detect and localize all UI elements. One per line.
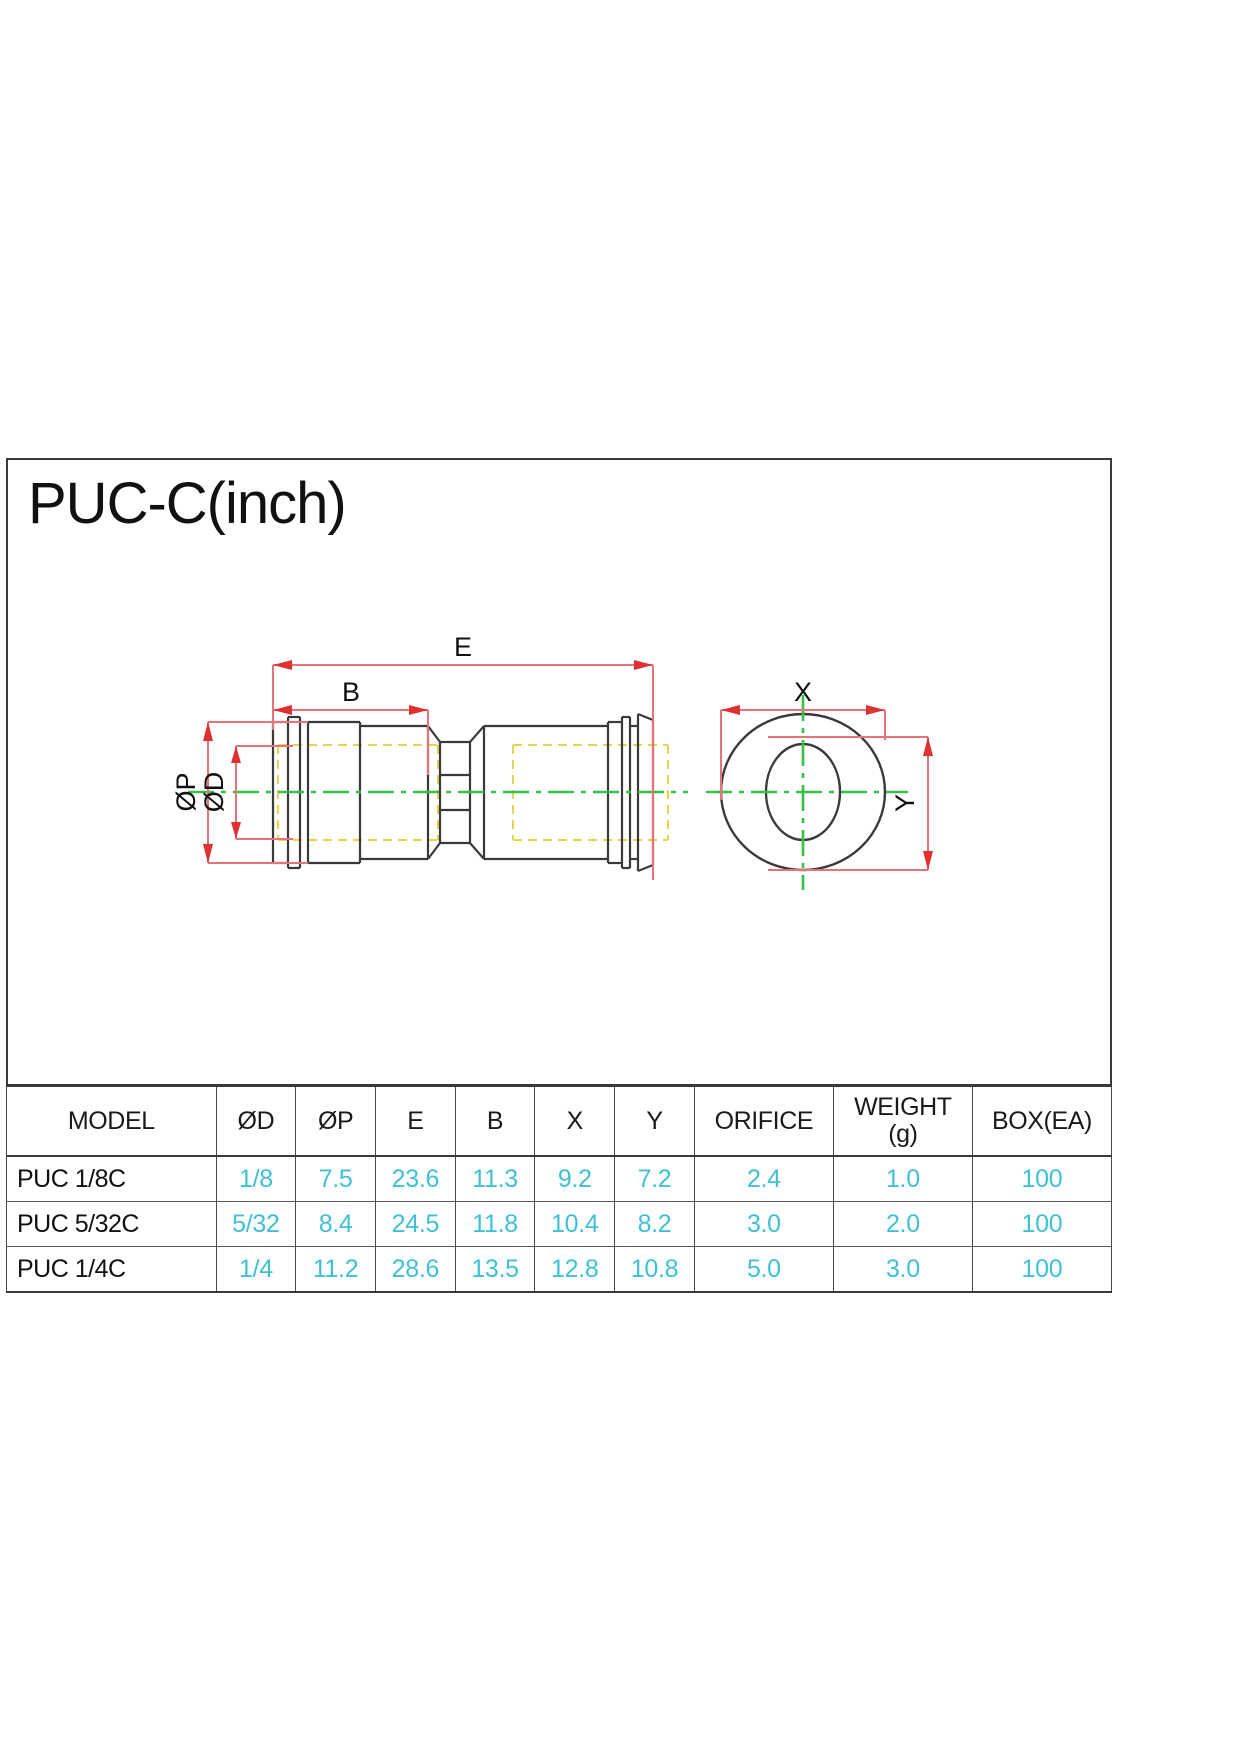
- cell-x: 10.4: [534, 1201, 616, 1247]
- cell-od: 1/8: [215, 1155, 297, 1202]
- cell-model: PUC 5/32C: [6, 1201, 217, 1247]
- cell-box: 100: [971, 1201, 1113, 1247]
- cell-x: 9.2: [534, 1155, 616, 1202]
- dimension-label-OD: ØD: [199, 772, 229, 813]
- cell-y: 7.2: [614, 1155, 695, 1202]
- cell-orifice: 2.4: [693, 1155, 834, 1202]
- cell-orifice: 5.0: [693, 1246, 834, 1293]
- front-view-group: E B ØP ØD: [171, 632, 688, 880]
- column-header-weight: WEIGHT (g): [832, 1084, 973, 1157]
- table-header-row: MODEL ØD ØP E B X Y ORIFICE WEIGHT (g) B…: [6, 1084, 1113, 1157]
- side-view-group: X Y: [706, 677, 933, 890]
- datasheet-frame: PUC-C(inch) E B ØP ØD X Y: [6, 458, 1112, 1086]
- dimension-label-OP: ØP: [171, 772, 201, 811]
- table-row: PUC 1/4C 1/4 11.2 28.6 13.5 12.8 10.8 5.…: [6, 1246, 1113, 1293]
- cell-e: 23.6: [374, 1155, 456, 1202]
- cell-e: 24.5: [374, 1201, 456, 1247]
- cell-op: 7.5: [295, 1155, 376, 1202]
- dimension-label-B: B: [342, 677, 360, 707]
- specification-table: MODEL ØD ØP E B X Y ORIFICE WEIGHT (g) B…: [6, 1084, 1113, 1293]
- cell-od: 5/32: [215, 1201, 297, 1247]
- dimension-label-E: E: [454, 632, 472, 662]
- cell-e: 28.6: [374, 1246, 456, 1293]
- cell-op: 8.4: [295, 1201, 376, 1247]
- column-header-model: MODEL: [6, 1084, 217, 1157]
- column-header-x: X: [534, 1084, 616, 1157]
- column-header-e: E: [374, 1084, 456, 1157]
- cell-b: 13.5: [454, 1246, 536, 1293]
- page-title: PUC-C(inch): [28, 471, 347, 536]
- table-row: PUC 5/32C 5/32 8.4 24.5 11.8 10.4 8.2 3.…: [6, 1201, 1113, 1247]
- cell-box: 100: [971, 1246, 1113, 1293]
- technical-drawing: E B ØP ØD X Y: [8, 550, 1110, 895]
- dimension-X: X: [720, 677, 886, 800]
- dimension-Y: Y: [768, 736, 933, 871]
- cell-od: 1/4: [215, 1246, 297, 1293]
- dimension-label-Y: Y: [890, 794, 920, 812]
- cell-box: 100: [971, 1155, 1113, 1202]
- cell-y: 8.2: [614, 1201, 695, 1247]
- cell-model: PUC 1/8C: [6, 1155, 217, 1202]
- cell-orifice: 3.0: [693, 1201, 834, 1247]
- cell-x: 12.8: [534, 1246, 616, 1293]
- cell-weight: 2.0: [832, 1201, 973, 1247]
- column-header-y: Y: [614, 1084, 695, 1157]
- column-header-weight-text: WEIGHT: [854, 1093, 952, 1121]
- cell-weight: 1.0: [832, 1155, 973, 1202]
- cell-b: 11.8: [454, 1201, 536, 1247]
- column-header-b: B: [454, 1084, 536, 1157]
- column-header-box: BOX(EA): [971, 1084, 1113, 1157]
- cell-model: PUC 1/4C: [6, 1246, 217, 1293]
- column-header-od: ØD: [215, 1084, 297, 1157]
- cell-weight: 3.0: [832, 1246, 973, 1293]
- cell-op: 11.2: [295, 1246, 376, 1293]
- table-row: PUC 1/8C 1/8 7.5 23.6 11.3 9.2 7.2 2.4 1…: [6, 1155, 1113, 1202]
- column-header-orifice: ORIFICE: [693, 1084, 834, 1157]
- cell-b: 11.3: [454, 1155, 536, 1202]
- cell-y: 10.8: [614, 1246, 695, 1293]
- column-header-op: ØP: [295, 1084, 376, 1157]
- dimension-label-X: X: [794, 677, 812, 707]
- column-header-weight-unit: (g): [888, 1120, 918, 1148]
